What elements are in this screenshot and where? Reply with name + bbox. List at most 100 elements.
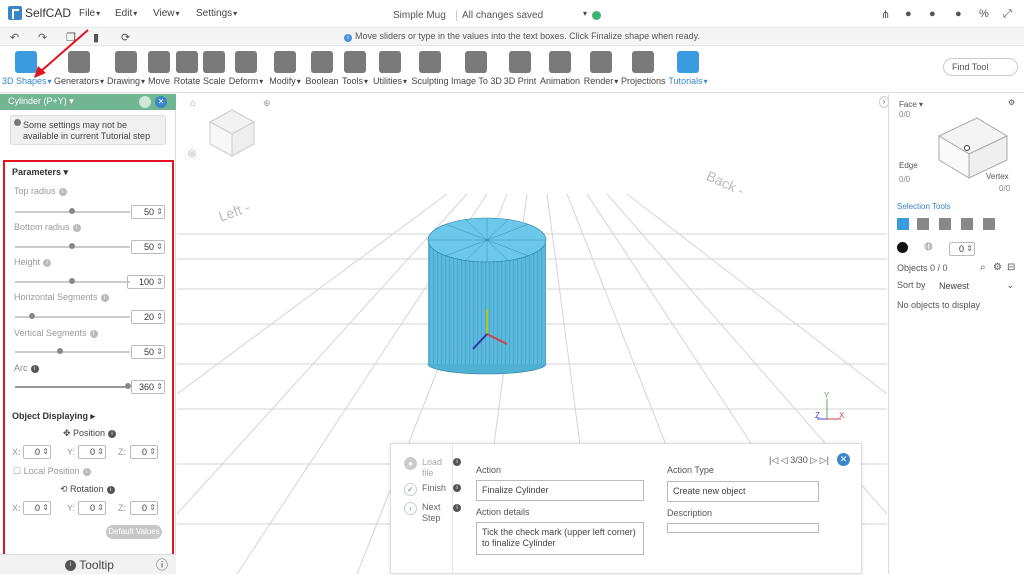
info-icon[interactable]: i bbox=[453, 484, 461, 492]
menu-file[interactable]: File bbox=[79, 8, 100, 19]
vertical-segments-input[interactable]: 50 bbox=[131, 345, 165, 359]
tooltip-bar[interactable]: i Tooltip ⓘ bbox=[0, 554, 176, 574]
slider-knob[interactable] bbox=[57, 348, 63, 354]
menu-view[interactable]: View bbox=[153, 8, 180, 19]
slider-knob[interactable] bbox=[69, 278, 75, 284]
gear-icon[interactable]: ⚙ bbox=[1008, 98, 1015, 107]
home-icon[interactable]: ⌂ bbox=[190, 98, 196, 109]
info-icon[interactable]: i bbox=[30, 364, 39, 373]
info-icon[interactable]: ● bbox=[955, 8, 962, 20]
info-icon[interactable]: i bbox=[453, 458, 461, 466]
view-cube[interactable] bbox=[208, 109, 256, 157]
info-icon[interactable]: i bbox=[72, 223, 81, 232]
chevron-down-icon[interactable]: ▾ bbox=[583, 9, 587, 18]
face-label[interactable]: Face ▾ bbox=[899, 100, 923, 109]
position-x-input[interactable]: 0 bbox=[23, 445, 51, 459]
tool-drawing[interactable]: Drawing bbox=[106, 47, 146, 86]
select-box-icon[interactable] bbox=[917, 218, 929, 230]
info-icon[interactable]: i bbox=[82, 467, 91, 476]
search-icon[interactable]: ⌕ bbox=[980, 262, 986, 273]
top-radius-input[interactable]: 50 bbox=[131, 205, 165, 219]
rotation-y-input[interactable]: 0 bbox=[78, 501, 106, 515]
horizontal-segments-input[interactable]: 20 bbox=[131, 310, 165, 324]
chevron-right-icon[interactable]: › bbox=[879, 96, 889, 108]
tool-boolean[interactable]: Boolean bbox=[305, 47, 339, 86]
tool-render[interactable]: Render bbox=[583, 47, 619, 86]
info-icon[interactable]: i bbox=[43, 258, 52, 267]
tool-rotate[interactable]: Rotate bbox=[173, 47, 201, 86]
horizontal-segments-slider[interactable] bbox=[15, 313, 130, 319]
close-icon[interactable]: ✕ bbox=[155, 96, 167, 108]
tool-modify[interactable]: Modify bbox=[267, 47, 303, 86]
find-tool-input[interactable]: Find Tool bbox=[943, 58, 1018, 76]
brush-pattern-icon[interactable]: ◍ bbox=[924, 241, 933, 252]
share-icon[interactable]: ⋔ bbox=[881, 8, 890, 21]
tool-image-to-3d[interactable]: Image To 3D bbox=[451, 47, 502, 86]
tool-utilities[interactable]: Utilities bbox=[371, 47, 409, 86]
arc-slider[interactable] bbox=[15, 383, 131, 389]
tool-3d-print[interactable]: 3D Print bbox=[503, 47, 537, 86]
info-icon[interactable]: i bbox=[100, 293, 109, 302]
selfcad-logo[interactable]: SelfCAD bbox=[8, 6, 71, 20]
brush-size-input[interactable]: 0 bbox=[949, 242, 975, 256]
slider-knob[interactable] bbox=[69, 243, 75, 249]
slider-knob[interactable] bbox=[29, 313, 35, 319]
top-radius-slider[interactable] bbox=[15, 208, 130, 214]
brush-color-icon[interactable] bbox=[897, 242, 908, 253]
tool-move[interactable]: Move bbox=[147, 47, 171, 86]
height-input[interactable]: 100 bbox=[127, 275, 165, 289]
tool-scale[interactable]: Scale bbox=[203, 47, 226, 86]
select-loop-icon[interactable] bbox=[961, 218, 973, 230]
slider-knob[interactable] bbox=[69, 208, 75, 214]
rotation-x-input[interactable]: 0 bbox=[23, 501, 51, 515]
vertex-label[interactable]: Vertex bbox=[986, 172, 1009, 181]
tooltip-toggle-icon[interactable]: ⓘ bbox=[156, 555, 168, 575]
default-values-button[interactable]: Default Values bbox=[106, 525, 162, 539]
step-load-file[interactable]: ● Load file bbox=[404, 457, 452, 479]
last-step-icon[interactable]: ▷| bbox=[820, 455, 829, 465]
parameters-heading[interactable]: Parameters ▾ bbox=[12, 167, 68, 178]
select-object-icon[interactable] bbox=[897, 218, 909, 230]
cylinder-object[interactable] bbox=[427, 217, 547, 375]
step-finish[interactable]: ✓ Finish bbox=[404, 483, 446, 496]
bottom-radius-slider[interactable] bbox=[15, 243, 130, 249]
finalize-check-icon[interactable] bbox=[139, 96, 151, 108]
tool-animation[interactable]: Animation bbox=[539, 47, 581, 86]
menu-edit[interactable]: Edit bbox=[115, 8, 137, 19]
info-icon[interactable]: i bbox=[106, 485, 115, 494]
info-icon[interactable]: i bbox=[453, 504, 461, 512]
bottom-radius-input[interactable]: 50 bbox=[131, 240, 165, 254]
local-position-checkbox[interactable]: ☐ Local Position i bbox=[13, 466, 91, 477]
tool-deform[interactable]: Deform bbox=[228, 47, 264, 86]
sort-select[interactable]: Newest ⌄ bbox=[934, 278, 1018, 292]
close-icon[interactable]: ✕ bbox=[837, 453, 850, 466]
menu-settings[interactable]: Settings bbox=[196, 8, 237, 19]
info-icon[interactable]: i bbox=[89, 329, 98, 338]
vertical-segments-slider[interactable] bbox=[15, 348, 130, 354]
position-z-input[interactable]: 0 bbox=[130, 445, 158, 459]
edge-label[interactable]: Edge bbox=[899, 161, 918, 170]
next-step-icon[interactable]: ▷ bbox=[810, 455, 817, 465]
camera-icon[interactable]: ⊕ bbox=[263, 98, 271, 108]
select-invert-icon[interactable] bbox=[983, 218, 995, 230]
units-icon[interactable]: % bbox=[979, 8, 989, 20]
object-displaying-heading[interactable]: Object Displaying ▸ bbox=[12, 411, 95, 422]
light-icon[interactable]: ◎ bbox=[188, 148, 196, 158]
tool-tools[interactable]: Tools bbox=[341, 47, 369, 86]
position-y-input[interactable]: 0 bbox=[78, 445, 106, 459]
tool-projections[interactable]: Projections bbox=[621, 47, 666, 86]
gear-icon[interactable]: ⚙ bbox=[993, 262, 1002, 273]
arc-input[interactable]: 360 bbox=[131, 380, 165, 394]
tool-sculpting[interactable]: Sculpting bbox=[411, 47, 449, 86]
first-step-icon[interactable]: |◁ bbox=[769, 455, 778, 465]
document-title[interactable]: Simple Mug bbox=[393, 10, 446, 21]
height-slider[interactable] bbox=[15, 278, 130, 284]
info-icon[interactable]: i bbox=[108, 429, 117, 438]
prev-step-icon[interactable]: ◁ bbox=[781, 455, 788, 465]
info-icon[interactable]: i bbox=[58, 187, 67, 196]
select-paint-icon[interactable] bbox=[939, 218, 951, 230]
user-icon[interactable]: ● bbox=[929, 8, 936, 20]
expand-icon[interactable]: ⤢ bbox=[1003, 8, 1012, 21]
chevron-down-icon[interactable]: ▾ bbox=[69, 96, 74, 106]
rotation-z-input[interactable]: 0 bbox=[130, 501, 158, 515]
